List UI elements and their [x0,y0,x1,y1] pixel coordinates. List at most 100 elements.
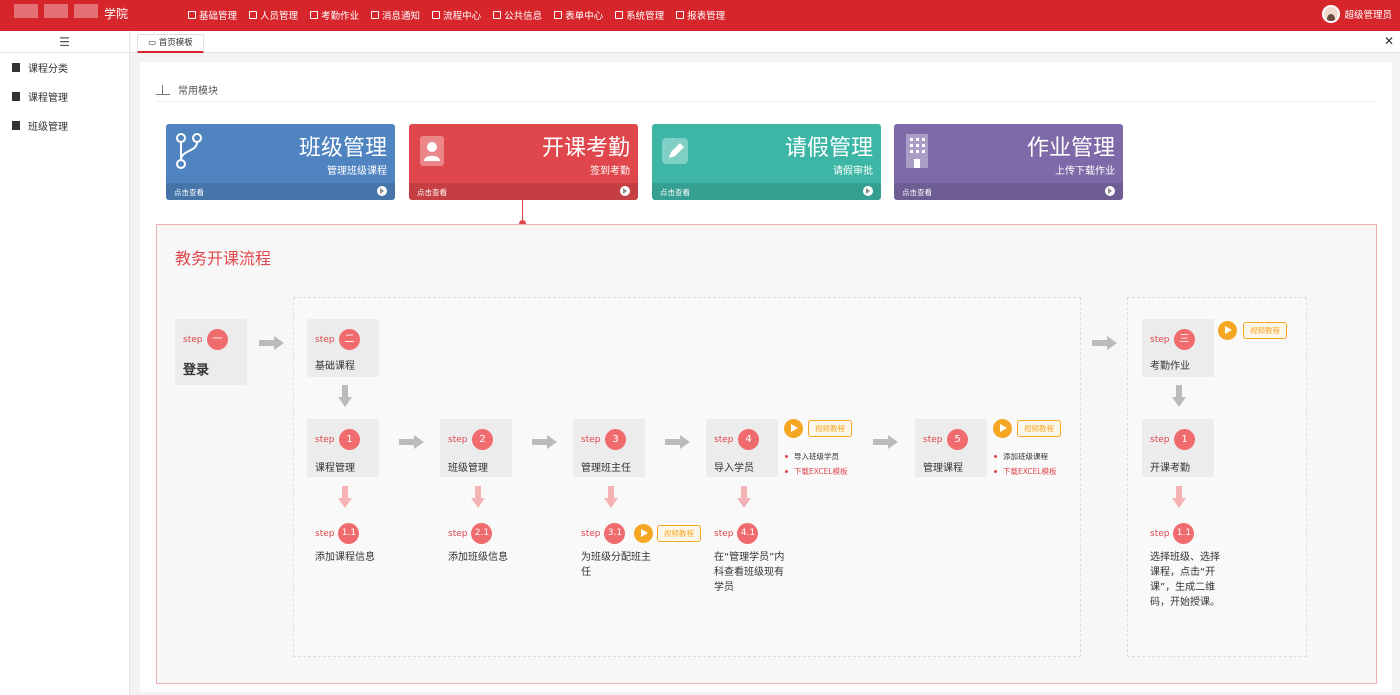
step-course-management: step 1 课程管理 [307,419,379,477]
arrow-right-icon [665,435,691,449]
fork-icon [176,133,202,169]
play-icon[interactable] [784,419,803,438]
message-icon [371,11,380,19]
group-basic-course [293,297,1081,657]
book-icon [310,11,319,19]
card-title: 请假管理 [784,136,873,161]
substep-view-students: step 4.1 在“管理学员”内科查看班级现有学员 [714,523,788,595]
arrow-down-icon [737,486,751,508]
nav-item-attendance[interactable]: 考勤作业 [310,8,359,22]
step-name: 管理课程 [923,463,963,474]
step-badge: 1.1 [1173,523,1195,544]
nav-item-reports[interactable]: 报表管理 [676,8,725,22]
video-tutorial-button[interactable]: 视频教程 [808,420,852,437]
card-footer[interactable]: 点击查看 [652,183,881,200]
step-name: 管理班主任 [581,463,631,474]
logo-text: 学院 [104,7,129,21]
card-subtitle: 签到考勤 [590,166,630,177]
step-badge: 4 [738,429,759,450]
substep-desc: 在“管理学员”内科查看班级现有学员 [714,552,785,593]
building-icon [906,134,928,168]
nav-item-workflow[interactable]: 流程中心 [432,8,481,22]
process-panel: 教务开课流程 step 一 登录 step 二 基础课程 step 1 课程管理… [156,224,1377,684]
share-icon [432,11,441,19]
substep-desc: 添加班级信息 [448,552,508,563]
sidebar-item-course-category[interactable]: 课程分类 [0,53,129,82]
step-name: 课程管理 [315,463,355,474]
card-homework-management[interactable]: 作业管理 上传下载作业 点击查看 [894,124,1123,200]
substep-start-class: step 1.1 选择班级、选择课程，点击“开课”，生成二维码，开始授课。 [1150,523,1222,610]
play-icon[interactable] [993,419,1012,438]
step-badge: 1 [1174,429,1195,450]
video-tutorial-button[interactable]: 视频教程 [1243,322,1287,339]
card-subtitle: 管理班级课程 [327,166,387,177]
substep-desc: 为班级分配班主任 [581,552,651,578]
nav-item-basic[interactable]: 基础管理 [188,8,237,22]
arrow-right-circle-icon [1105,186,1115,196]
arrow-right-icon [259,336,285,350]
arrow-down-icon [604,486,618,508]
list-item: 添加班级课程 [993,449,1057,464]
card-title: 班级管理 [298,136,387,161]
nav-item-messages[interactable]: 消息通知 [371,8,420,22]
video-tutorial-button[interactable]: 视频教程 [1017,420,1061,437]
card-footer[interactable]: 点击查看 [166,183,395,200]
step-name: 开课考勤 [1150,463,1190,474]
nav-item-public[interactable]: 公共信息 [493,8,542,22]
card-footer[interactable]: 点击查看 [409,183,638,200]
download-template-link[interactable]: 下载EXCEL模板 [784,464,848,479]
step-name: 考勤作业 [1150,361,1190,372]
arrow-right-circle-icon [863,186,873,196]
step-login: step 一 登录 [175,319,247,385]
card-attendance[interactable]: 开课考勤 签到考勤 点击查看 [409,124,638,200]
play-icon[interactable] [1218,321,1237,340]
arrow-right-icon [1092,336,1118,350]
step-name: 登录 [183,363,210,378]
arrow-right-icon [532,435,558,449]
sidebar-item-course-management[interactable]: 课程管理 [0,82,129,111]
arrow-right-icon [399,435,425,449]
step-badge: 2 [472,429,493,450]
globe-icon [493,11,502,19]
bullet-list: 导入班级学员 下载EXCEL模板 [784,449,848,479]
report-icon [676,11,685,19]
sidebar-item-class-management[interactable]: 班级管理 [0,111,129,140]
contact-book-icon [420,136,444,166]
play-icon[interactable] [634,524,653,543]
sidebar: ☰ 课程分类 课程管理 班级管理 [0,31,130,695]
bookmark-icon [12,63,20,72]
logo [14,4,98,18]
substep-add-course: step 1.1 添加课程信息 [315,523,415,565]
substep-desc: 选择班级、选择课程，点击“开课”，生成二维码，开始授课。 [1150,552,1220,608]
step-name: 导入学员 [714,463,754,474]
download-template-link[interactable]: 下载EXCEL模板 [993,464,1057,479]
nav-item-people[interactable]: 人员管理 [249,8,298,22]
card-footer[interactable]: 点击查看 [894,183,1123,200]
arrow-right-circle-icon [377,186,387,196]
video-tutorial-button[interactable]: 视频教程 [657,525,701,542]
close-all-tabs-icon[interactable]: ✕ [1384,34,1394,48]
scale-icon [156,84,170,95]
card-title: 作业管理 [1026,136,1115,161]
process-title: 教务开课流程 [175,249,272,268]
user-menu[interactable]: 超级管理员 [1322,5,1392,23]
step-badge: 1 [339,429,360,450]
tab-home-template[interactable]: ▭ 首页模板 [137,34,204,53]
step-badge: 3 [605,429,626,450]
nav-item-system[interactable]: 系统管理 [615,8,664,22]
list-item: 导入班级学员 [784,449,848,464]
nav-item-forms[interactable]: 表单中心 [554,8,603,22]
step-name: 基础课程 [315,361,355,372]
step-badge: 5 [947,429,968,450]
edit-icon [662,138,688,164]
step-badge: 4.1 [737,523,759,544]
monitor-icon: ▭ [148,38,159,48]
avatar [1322,5,1341,23]
step-class-management: step 2 班级管理 [440,419,512,477]
card-leave-management[interactable]: 请假管理 请假审批 点击查看 [652,124,881,200]
step-badge: 二 [339,329,360,350]
sidebar-toggle-icon[interactable]: ☰ [0,31,129,53]
section-header: 常用模块 [156,78,1376,102]
arrow-down-icon [338,385,352,407]
card-class-management[interactable]: 班级管理 管理班级课程 点击查看 [166,124,395,200]
